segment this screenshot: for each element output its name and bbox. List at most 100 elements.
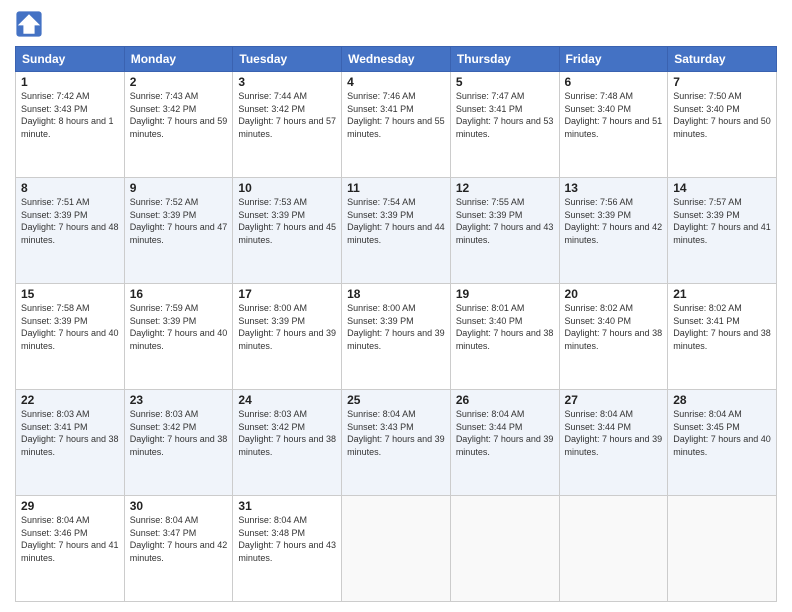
- day-number: 9: [130, 181, 228, 195]
- day-number: 23: [130, 393, 228, 407]
- day-number: 22: [21, 393, 119, 407]
- page: SundayMondayTuesdayWednesdayThursdayFrid…: [0, 0, 792, 612]
- logo-icon: [15, 10, 43, 38]
- day-number: 24: [238, 393, 336, 407]
- day-cell: [342, 496, 451, 602]
- day-cell: 31 Sunrise: 8:04 AM Sunset: 3:48 PM Dayl…: [233, 496, 342, 602]
- day-cell: 26 Sunrise: 8:04 AM Sunset: 3:44 PM Dayl…: [450, 390, 559, 496]
- day-number: 3: [238, 75, 336, 89]
- day-cell: 30 Sunrise: 8:04 AM Sunset: 3:47 PM Dayl…: [124, 496, 233, 602]
- day-cell: 28 Sunrise: 8:04 AM Sunset: 3:45 PM Dayl…: [668, 390, 777, 496]
- day-info: Sunrise: 8:04 AM Sunset: 3:47 PM Dayligh…: [130, 514, 228, 564]
- day-cell: 15 Sunrise: 7:58 AM Sunset: 3:39 PM Dayl…: [16, 284, 125, 390]
- day-number: 26: [456, 393, 554, 407]
- day-cell: 17 Sunrise: 8:00 AM Sunset: 3:39 PM Dayl…: [233, 284, 342, 390]
- day-number: 11: [347, 181, 445, 195]
- day-cell: 21 Sunrise: 8:02 AM Sunset: 3:41 PM Dayl…: [668, 284, 777, 390]
- day-number: 4: [347, 75, 445, 89]
- day-cell: 8 Sunrise: 7:51 AM Sunset: 3:39 PM Dayli…: [16, 178, 125, 284]
- week-row-4: 22 Sunrise: 8:03 AM Sunset: 3:41 PM Dayl…: [16, 390, 777, 496]
- day-cell: 9 Sunrise: 7:52 AM Sunset: 3:39 PM Dayli…: [124, 178, 233, 284]
- column-header-thursday: Thursday: [450, 47, 559, 72]
- day-info: Sunrise: 8:04 AM Sunset: 3:46 PM Dayligh…: [21, 514, 119, 564]
- day-info: Sunrise: 7:43 AM Sunset: 3:42 PM Dayligh…: [130, 90, 228, 140]
- day-cell: 22 Sunrise: 8:03 AM Sunset: 3:41 PM Dayl…: [16, 390, 125, 496]
- day-info: Sunrise: 8:04 AM Sunset: 3:44 PM Dayligh…: [456, 408, 554, 458]
- calendar-table: SundayMondayTuesdayWednesdayThursdayFrid…: [15, 46, 777, 602]
- day-cell: 18 Sunrise: 8:00 AM Sunset: 3:39 PM Dayl…: [342, 284, 451, 390]
- day-number: 1: [21, 75, 119, 89]
- day-number: 19: [456, 287, 554, 301]
- day-cell: 10 Sunrise: 7:53 AM Sunset: 3:39 PM Dayl…: [233, 178, 342, 284]
- day-info: Sunrise: 8:00 AM Sunset: 3:39 PM Dayligh…: [238, 302, 336, 352]
- day-cell: 3 Sunrise: 7:44 AM Sunset: 3:42 PM Dayli…: [233, 72, 342, 178]
- day-info: Sunrise: 8:02 AM Sunset: 3:40 PM Dayligh…: [565, 302, 663, 352]
- day-cell: 1 Sunrise: 7:42 AM Sunset: 3:43 PM Dayli…: [16, 72, 125, 178]
- calendar-header: SundayMondayTuesdayWednesdayThursdayFrid…: [16, 47, 777, 72]
- header-row: SundayMondayTuesdayWednesdayThursdayFrid…: [16, 47, 777, 72]
- day-info: Sunrise: 7:51 AM Sunset: 3:39 PM Dayligh…: [21, 196, 119, 246]
- day-cell: [559, 496, 668, 602]
- day-cell: [450, 496, 559, 602]
- day-number: 18: [347, 287, 445, 301]
- day-info: Sunrise: 7:48 AM Sunset: 3:40 PM Dayligh…: [565, 90, 663, 140]
- calendar-body: 1 Sunrise: 7:42 AM Sunset: 3:43 PM Dayli…: [16, 72, 777, 602]
- column-header-tuesday: Tuesday: [233, 47, 342, 72]
- day-number: 29: [21, 499, 119, 513]
- day-cell: 2 Sunrise: 7:43 AM Sunset: 3:42 PM Dayli…: [124, 72, 233, 178]
- day-number: 6: [565, 75, 663, 89]
- day-number: 8: [21, 181, 119, 195]
- day-info: Sunrise: 8:03 AM Sunset: 3:42 PM Dayligh…: [238, 408, 336, 458]
- week-row-2: 8 Sunrise: 7:51 AM Sunset: 3:39 PM Dayli…: [16, 178, 777, 284]
- day-info: Sunrise: 7:52 AM Sunset: 3:39 PM Dayligh…: [130, 196, 228, 246]
- day-info: Sunrise: 8:04 AM Sunset: 3:45 PM Dayligh…: [673, 408, 771, 458]
- day-cell: 5 Sunrise: 7:47 AM Sunset: 3:41 PM Dayli…: [450, 72, 559, 178]
- day-info: Sunrise: 8:04 AM Sunset: 3:44 PM Dayligh…: [565, 408, 663, 458]
- day-number: 20: [565, 287, 663, 301]
- column-header-sunday: Sunday: [16, 47, 125, 72]
- day-number: 31: [238, 499, 336, 513]
- day-number: 17: [238, 287, 336, 301]
- day-cell: [668, 496, 777, 602]
- day-info: Sunrise: 8:00 AM Sunset: 3:39 PM Dayligh…: [347, 302, 445, 352]
- day-number: 12: [456, 181, 554, 195]
- column-header-friday: Friday: [559, 47, 668, 72]
- day-number: 2: [130, 75, 228, 89]
- logo: [15, 10, 47, 38]
- day-number: 13: [565, 181, 663, 195]
- day-number: 21: [673, 287, 771, 301]
- day-info: Sunrise: 8:01 AM Sunset: 3:40 PM Dayligh…: [456, 302, 554, 352]
- day-cell: 4 Sunrise: 7:46 AM Sunset: 3:41 PM Dayli…: [342, 72, 451, 178]
- day-info: Sunrise: 7:50 AM Sunset: 3:40 PM Dayligh…: [673, 90, 771, 140]
- day-info: Sunrise: 7:54 AM Sunset: 3:39 PM Dayligh…: [347, 196, 445, 246]
- day-number: 27: [565, 393, 663, 407]
- day-number: 5: [456, 75, 554, 89]
- day-info: Sunrise: 8:03 AM Sunset: 3:42 PM Dayligh…: [130, 408, 228, 458]
- day-cell: 24 Sunrise: 8:03 AM Sunset: 3:42 PM Dayl…: [233, 390, 342, 496]
- day-cell: 27 Sunrise: 8:04 AM Sunset: 3:44 PM Dayl…: [559, 390, 668, 496]
- column-header-saturday: Saturday: [668, 47, 777, 72]
- day-info: Sunrise: 7:58 AM Sunset: 3:39 PM Dayligh…: [21, 302, 119, 352]
- column-header-monday: Monday: [124, 47, 233, 72]
- week-row-1: 1 Sunrise: 7:42 AM Sunset: 3:43 PM Dayli…: [16, 72, 777, 178]
- day-info: Sunrise: 8:04 AM Sunset: 3:48 PM Dayligh…: [238, 514, 336, 564]
- day-number: 15: [21, 287, 119, 301]
- day-info: Sunrise: 7:59 AM Sunset: 3:39 PM Dayligh…: [130, 302, 228, 352]
- day-cell: 7 Sunrise: 7:50 AM Sunset: 3:40 PM Dayli…: [668, 72, 777, 178]
- week-row-3: 15 Sunrise: 7:58 AM Sunset: 3:39 PM Dayl…: [16, 284, 777, 390]
- day-cell: 6 Sunrise: 7:48 AM Sunset: 3:40 PM Dayli…: [559, 72, 668, 178]
- day-info: Sunrise: 7:55 AM Sunset: 3:39 PM Dayligh…: [456, 196, 554, 246]
- day-info: Sunrise: 7:47 AM Sunset: 3:41 PM Dayligh…: [456, 90, 554, 140]
- day-cell: 11 Sunrise: 7:54 AM Sunset: 3:39 PM Dayl…: [342, 178, 451, 284]
- week-row-5: 29 Sunrise: 8:04 AM Sunset: 3:46 PM Dayl…: [16, 496, 777, 602]
- day-info: Sunrise: 7:46 AM Sunset: 3:41 PM Dayligh…: [347, 90, 445, 140]
- header: [15, 10, 777, 38]
- day-info: Sunrise: 7:53 AM Sunset: 3:39 PM Dayligh…: [238, 196, 336, 246]
- day-number: 30: [130, 499, 228, 513]
- day-cell: 16 Sunrise: 7:59 AM Sunset: 3:39 PM Dayl…: [124, 284, 233, 390]
- day-info: Sunrise: 7:42 AM Sunset: 3:43 PM Dayligh…: [21, 90, 119, 140]
- day-info: Sunrise: 7:44 AM Sunset: 3:42 PM Dayligh…: [238, 90, 336, 140]
- day-number: 10: [238, 181, 336, 195]
- day-cell: 14 Sunrise: 7:57 AM Sunset: 3:39 PM Dayl…: [668, 178, 777, 284]
- day-cell: 29 Sunrise: 8:04 AM Sunset: 3:46 PM Dayl…: [16, 496, 125, 602]
